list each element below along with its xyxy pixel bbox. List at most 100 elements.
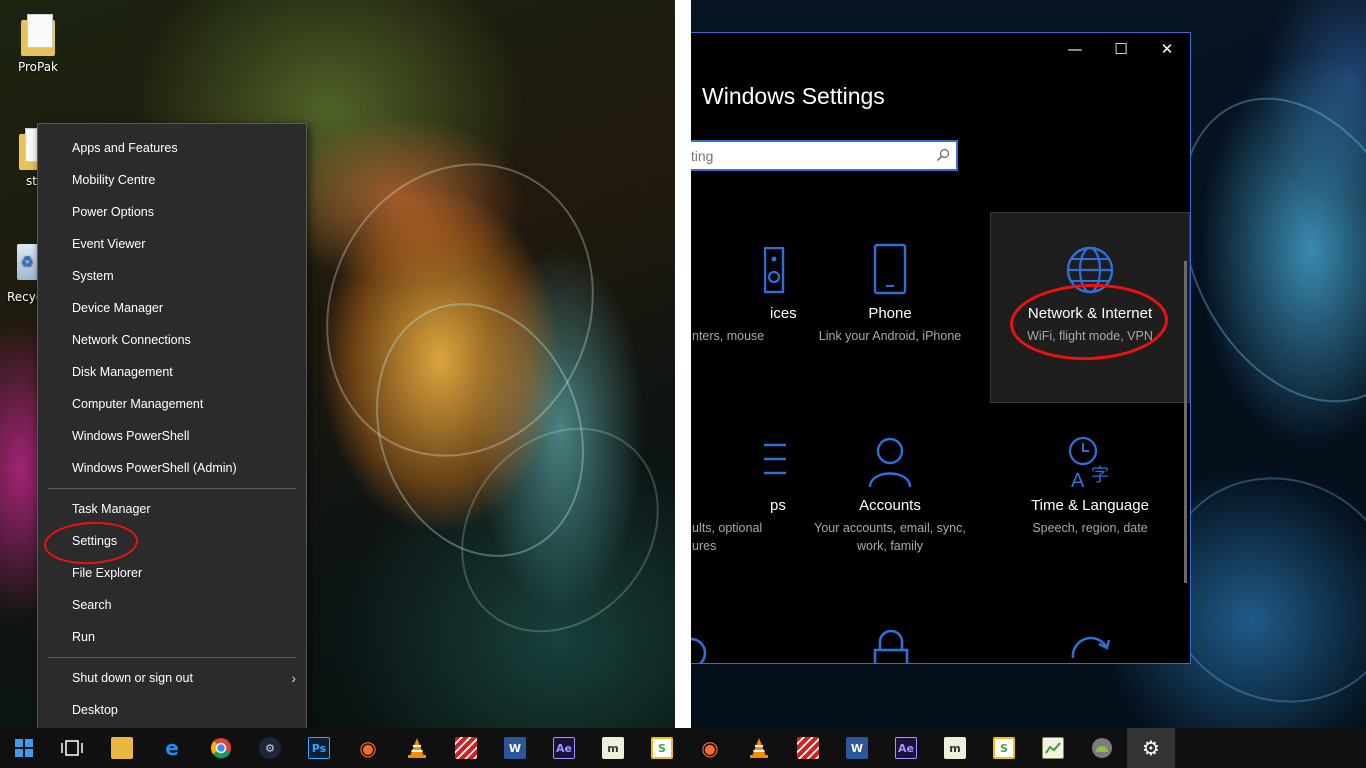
tile-time-language[interactable]: A 字 Time & Language Speech, region, date xyxy=(991,405,1189,595)
lock-icon[interactable] xyxy=(871,630,911,664)
file-explorer-taskbar[interactable] xyxy=(98,728,146,768)
steam-taskbar[interactable]: ⚙ xyxy=(246,728,294,768)
menu-item-windows-powershell-admin[interactable]: Windows PowerShell (Admin) xyxy=(38,452,306,484)
word-taskbar[interactable]: W xyxy=(491,728,539,768)
tile-accounts[interactable]: Accounts Your accounts, email, sync, wor… xyxy=(791,405,989,595)
red-highlight-circle xyxy=(1008,281,1170,363)
edge-taskbar[interactable]: e xyxy=(148,728,196,768)
menu-item-label: Event Viewer xyxy=(72,237,146,251)
ease-of-access-icon[interactable] xyxy=(691,631,715,664)
menu-item-event-viewer[interactable]: Event Viewer xyxy=(38,228,306,260)
word-taskbar-2[interactable]: W xyxy=(833,728,881,768)
android-app-taskbar[interactable] xyxy=(1078,728,1126,768)
menu-item-label: Apps and Features xyxy=(72,141,178,155)
menu-item-shut-down-or-sign-out[interactable]: Shut down or sign out › xyxy=(38,662,306,694)
menu-item-label: Windows PowerShell (Admin) xyxy=(72,461,237,475)
apps-icon xyxy=(764,443,786,475)
menu-item-mobility-centre[interactable]: Mobility Centre xyxy=(38,164,306,196)
taskbar: e ⚙ Ps ◉ W Ae m S ◉ W Ae m S ⚙ xyxy=(0,728,1366,768)
desktop-icon-label: Recyc xyxy=(7,290,37,304)
s-app-icon: S xyxy=(993,737,1015,759)
maximize-button[interactable]: ☐ xyxy=(1098,33,1144,65)
striped-app-taskbar[interactable] xyxy=(442,728,490,768)
menu-item-label: Task Manager xyxy=(72,502,151,516)
desktop-icon-label: st xyxy=(26,174,37,188)
right-desktop-pane: — ☐ ✕ Windows Settings ices nter xyxy=(691,0,1366,768)
left-desktop-pane: ProPak st ♻ Recyc Apps and Features Mobi… xyxy=(0,0,675,768)
search-box xyxy=(691,140,958,171)
update-icon[interactable] xyxy=(1069,630,1113,664)
folder-icon xyxy=(19,128,37,170)
start-button[interactable] xyxy=(0,728,48,768)
menu-item-label: Shut down or sign out xyxy=(72,671,193,685)
tile-phone[interactable]: Phone Link your Android, iPhone xyxy=(791,213,989,403)
vlc-taskbar[interactable] xyxy=(393,728,441,768)
notepad-app-taskbar[interactable] xyxy=(1029,728,1077,768)
menu-group-power: Shut down or sign out › Desktop xyxy=(38,662,306,726)
tile-network-internet[interactable]: Network & Internet WiFi, flight mode, VP… xyxy=(990,212,1190,403)
menu-item-disk-management[interactable]: Disk Management xyxy=(38,356,306,388)
mu-app-taskbar[interactable]: m xyxy=(589,728,637,768)
close-icon: ✕ xyxy=(1160,40,1174,58)
menu-item-device-manager[interactable]: Device Manager xyxy=(38,292,306,324)
tile-subtitle-line: work, family xyxy=(857,539,923,553)
striped-app-taskbar-2[interactable] xyxy=(784,728,832,768)
origin-icon: ◉ xyxy=(701,736,719,760)
menu-item-computer-management[interactable]: Computer Management xyxy=(38,388,306,420)
menu-separator xyxy=(48,488,296,489)
desktop-icon-st[interactable]: st xyxy=(1,128,37,188)
tile-title: ps xyxy=(770,497,786,514)
after-effects-taskbar-2[interactable]: Ae xyxy=(882,728,930,768)
minimize-button[interactable]: — xyxy=(1052,33,1098,65)
menu-item-settings[interactable]: Settings xyxy=(38,519,306,567)
striped-app-icon xyxy=(455,737,477,759)
s-app-icon: S xyxy=(651,737,673,759)
striped-app-icon xyxy=(797,737,819,759)
search-input[interactable] xyxy=(691,142,927,169)
notepad-icon xyxy=(1042,737,1064,759)
windows-logo-icon xyxy=(15,739,33,757)
s-app-taskbar-2[interactable]: S xyxy=(980,728,1028,768)
menu-item-run[interactable]: Run xyxy=(38,621,306,653)
menu-item-desktop[interactable]: Desktop xyxy=(38,694,306,726)
tile-apps[interactable]: ps ults, optional ures xyxy=(691,405,786,595)
photoshop-icon: Ps xyxy=(308,737,330,759)
menu-item-apps-and-features[interactable]: Apps and Features xyxy=(38,132,306,164)
vlc-icon xyxy=(750,738,768,758)
s-app-taskbar[interactable]: S xyxy=(638,728,686,768)
chrome-taskbar[interactable] xyxy=(197,728,245,768)
tile-devices[interactable]: ices nters, mouse xyxy=(691,213,797,403)
menu-item-power-options[interactable]: Power Options xyxy=(38,196,306,228)
task-view-button[interactable] xyxy=(48,728,96,768)
vlc-taskbar-2[interactable] xyxy=(735,728,783,768)
settings-scrollbar[interactable] xyxy=(1184,261,1187,583)
menu-item-label: Run xyxy=(72,630,95,644)
page-title: Windows Settings xyxy=(702,83,885,109)
desktop-icon-propak[interactable]: ProPak xyxy=(1,14,75,74)
menu-item-label: Windows PowerShell xyxy=(72,429,190,443)
person-icon xyxy=(868,437,912,488)
task-view-icon xyxy=(61,740,83,756)
search-icon[interactable] xyxy=(936,148,950,162)
settings-taskbar[interactable]: ⚙ xyxy=(1127,728,1175,768)
menu-item-file-explorer[interactable]: File Explorer xyxy=(38,557,306,589)
menu-item-windows-powershell[interactable]: Windows PowerShell xyxy=(38,420,306,452)
close-button[interactable]: ✕ xyxy=(1144,33,1190,65)
minimize-icon: — xyxy=(1067,40,1083,58)
desktop-icon-label: ProPak xyxy=(17,60,59,74)
menu-item-task-manager[interactable]: Task Manager xyxy=(38,493,306,525)
menu-item-label: Mobility Centre xyxy=(72,173,156,187)
desktop-icon-recycle-bin[interactable]: ♻ Recyc xyxy=(1,244,37,304)
chevron-right-icon: › xyxy=(291,670,296,686)
after-effects-icon: Ae xyxy=(553,737,575,759)
after-effects-taskbar[interactable]: Ae xyxy=(540,728,588,768)
menu-item-system[interactable]: System xyxy=(38,260,306,292)
settings-window: — ☐ ✕ Windows Settings ices nter xyxy=(691,32,1191,664)
mu-app-taskbar-2[interactable]: m xyxy=(931,728,979,768)
photoshop-taskbar[interactable]: Ps xyxy=(295,728,343,768)
menu-item-network-connections[interactable]: Network Connections xyxy=(38,324,306,356)
origin-taskbar-2[interactable]: ◉ xyxy=(686,728,734,768)
origin-taskbar[interactable]: ◉ xyxy=(344,728,392,768)
menu-item-search[interactable]: Search xyxy=(38,589,306,621)
tile-subtitle: Link your Android, iPhone xyxy=(818,329,962,343)
